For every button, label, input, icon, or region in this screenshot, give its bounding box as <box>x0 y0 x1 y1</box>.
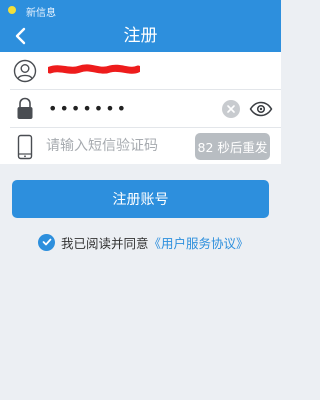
status-text: 新信息 <box>26 8 56 19</box>
user-icon <box>12 58 38 84</box>
chevron-left-icon <box>15 27 26 45</box>
register-button[interactable]: 注册账号 <box>12 180 269 218</box>
register-form: ••••••• 82 秒后重发 <box>0 52 281 164</box>
sms-code-input[interactable] <box>46 134 186 158</box>
user-agreement-link[interactable]: 《用户服务协议》 <box>149 233 249 252</box>
check-icon <box>42 238 51 246</box>
username-row[interactable] <box>0 52 281 89</box>
phone-icon <box>12 134 38 160</box>
agreement-text: 我已阅读并同意 <box>61 235 149 251</box>
page-title: 注册 <box>123 26 158 46</box>
password-row[interactable]: ••••••• <box>0 90 281 127</box>
notification-icon <box>8 6 16 14</box>
nav-bar: 注册 <box>0 20 281 52</box>
back-button[interactable] <box>6 20 36 52</box>
agreement-checkbox[interactable] <box>38 233 55 251</box>
password-field[interactable]: ••••••• <box>48 99 128 118</box>
status-bar: 新信息 <box>0 0 281 20</box>
clear-icon[interactable] <box>222 100 240 118</box>
lock-icon <box>12 96 38 122</box>
sms-code-row: 82 秒后重发 <box>0 128 281 165</box>
username-redaction <box>48 64 140 74</box>
resend-code-button[interactable]: 82 秒后重发 <box>195 133 270 160</box>
agreement-row: 我已阅读并同意 《用户服务协议》 <box>38 233 249 251</box>
eye-icon[interactable] <box>248 98 274 120</box>
